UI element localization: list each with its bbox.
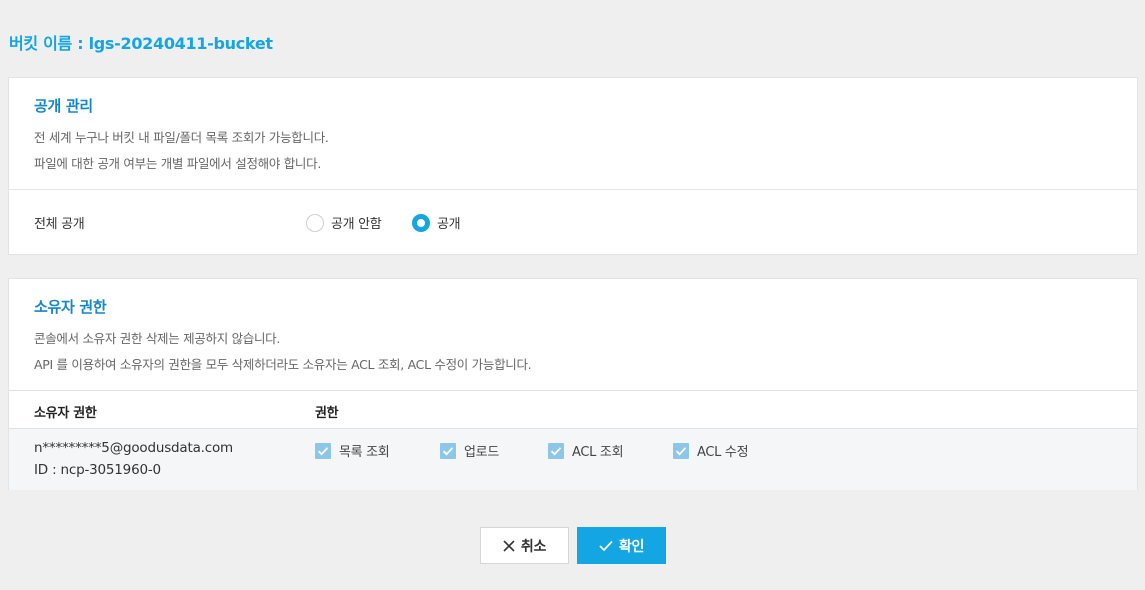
checkbox-acl-write[interactable]: ACL 수정 <box>673 441 749 460</box>
checkbox-upload-label: 업로드 <box>464 445 499 460</box>
cancel-button[interactable]: 취소 <box>480 527 569 564</box>
checkbox-checked-icon[interactable] <box>673 442 689 459</box>
radio-private[interactable]: 공개 안함 <box>306 213 382 232</box>
radio-private-label: 공개 안함 <box>331 217 382 232</box>
column-header-owner: 소유자 권한 <box>34 406 97 421</box>
checkbox-acl-read-label: ACL 조회 <box>572 445 624 460</box>
radio-checked-icon[interactable] <box>412 213 430 232</box>
radio-unchecked-icon[interactable] <box>306 213 324 232</box>
owner-permission-title: 소유자 권한 <box>34 298 107 316</box>
checkbox-list-read[interactable]: 목록 조회 <box>315 441 390 460</box>
owner-email: n*********5@goodusdata.com <box>34 440 233 456</box>
checkbox-upload[interactable]: 업로드 <box>440 441 499 460</box>
bucket-name-title: 버킷 이름 : lgs-20240411-bucket <box>9 34 273 53</box>
confirm-button[interactable]: 확인 <box>577 527 666 564</box>
checkbox-checked-icon[interactable] <box>440 442 456 459</box>
checkbox-acl-read[interactable]: ACL 조회 <box>548 441 624 460</box>
owner-permission-desc-2: API 를 이용하여 소유자의 권한을 모두 삭제하더라도 소유자는 ACL 조… <box>34 357 532 372</box>
public-management-title: 공개 관리 <box>34 97 93 115</box>
owner-permission-panel: 소유자 권한 콘솔에서 소유자 권한 삭제는 제공하지 않습니다. API 를 … <box>8 278 1138 490</box>
checkbox-acl-write-label: ACL 수정 <box>697 445 749 460</box>
permission-table-header: 소유자 권한 권한 <box>9 390 1137 429</box>
public-management-desc-2: 파일에 대한 공개 여부는 개별 파일에서 설정해야 합니다. <box>34 156 321 171</box>
public-management-panel: 공개 관리 전 세계 누구나 버킷 내 파일/폴더 목록 조회가 가능합니다. … <box>8 77 1138 255</box>
radio-public[interactable]: 공개 <box>412 213 461 232</box>
divider <box>9 189 1137 190</box>
radio-public-label: 공개 <box>437 217 461 232</box>
column-header-permission: 권한 <box>315 406 339 421</box>
check-icon <box>599 540 613 551</box>
checkbox-list-read-label: 목록 조회 <box>339 445 390 460</box>
owner-permission-desc-1: 콘솔에서 소유자 권한 삭제는 제공하지 않습니다. <box>34 331 281 346</box>
cancel-button-label: 취소 <box>520 538 547 555</box>
public-all-label: 전체 공개 <box>34 217 85 232</box>
table-row: n*********5@goodusdata.com ID : ncp-3051… <box>9 429 1137 490</box>
checkbox-checked-icon[interactable] <box>315 442 331 459</box>
owner-id: ID : ncp-3051960-0 <box>34 462 161 478</box>
close-icon <box>503 539 515 552</box>
checkbox-checked-icon[interactable] <box>548 442 564 459</box>
confirm-button-label: 확인 <box>618 538 645 555</box>
public-management-desc-1: 전 세계 누구나 버킷 내 파일/폴더 목록 조회가 가능합니다. <box>34 130 329 145</box>
